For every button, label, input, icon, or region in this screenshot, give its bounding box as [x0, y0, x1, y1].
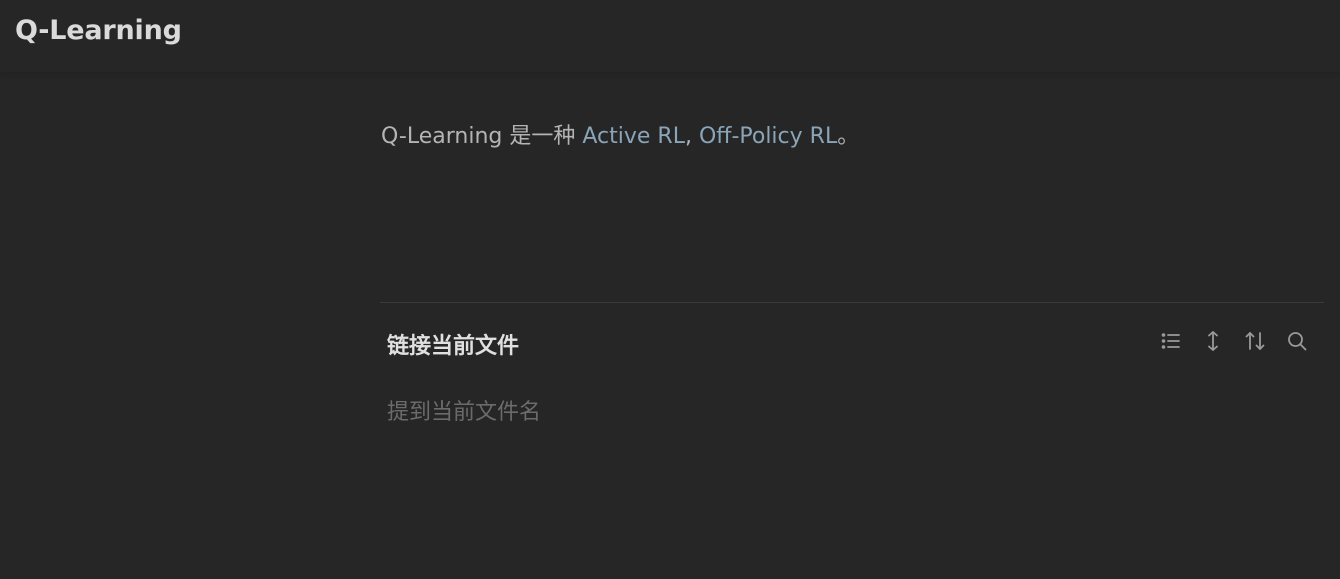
- note-view: Q-Learning Q-Learning 是一种 Active RL, Off…: [0, 0, 1340, 579]
- list-icon: [1161, 333, 1180, 349]
- internal-link-active-rl[interactable]: Active RL: [582, 124, 685, 149]
- expand-vertical-icon: [1208, 331, 1218, 351]
- title-bar: Q-Learning: [0, 0, 1340, 72]
- search-button[interactable]: [1282, 326, 1312, 356]
- note-body[interactable]: Q-Learning 是一种 Active RL, Off-Policy RL。: [381, 118, 859, 150]
- note-text-suffix: 。: [837, 124, 860, 149]
- search-icon: [1288, 332, 1307, 351]
- backlinks-toolbar: [1156, 326, 1312, 356]
- note-separator: ,: [684, 124, 699, 149]
- note-text-prefix: Q-Learning 是一种: [381, 124, 583, 149]
- show-more-context-button[interactable]: [1198, 326, 1228, 356]
- collapse-results-button[interactable]: [1156, 326, 1186, 356]
- page-title[interactable]: Q-Learning: [15, 15, 182, 46]
- unlinked-mentions-label[interactable]: 提到当前文件名: [387, 394, 541, 426]
- internal-link-off-policy-rl[interactable]: Off-Policy RL: [699, 124, 837, 149]
- sort-icon: [1245, 332, 1265, 350]
- section-divider: [380, 302, 1324, 303]
- change-sort-order-button[interactable]: [1240, 326, 1270, 356]
- backlinks-heading[interactable]: 链接当前文件: [387, 328, 519, 360]
